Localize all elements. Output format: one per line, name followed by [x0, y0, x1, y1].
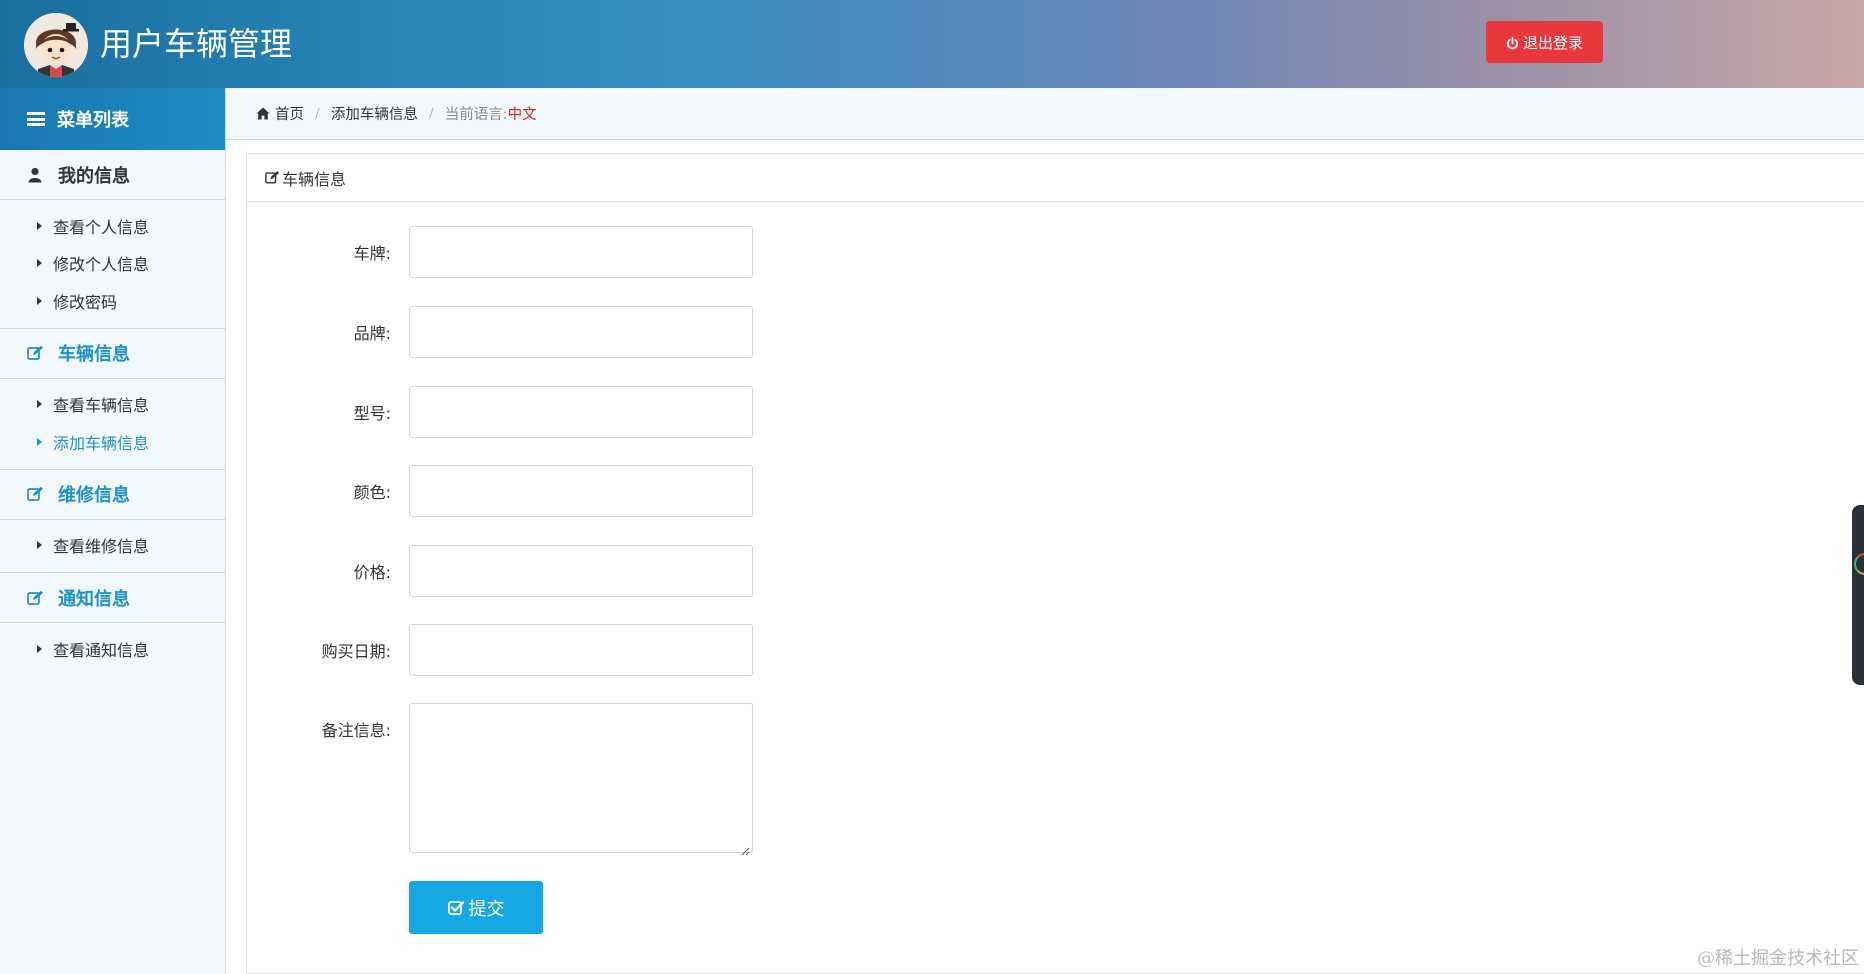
sidebar-item-view-profile[interactable]: 查看个人信息 [0, 207, 225, 245]
top-header: 用户车辆管理 退出登录 [0, 0, 1864, 88]
form-row-purchase-date: 购买日期: [247, 624, 1147, 676]
plate-label: 车牌: [353, 244, 391, 263]
vehicle-form-panel: 车辆信息 车牌: 品牌: 型号: 颜色: 价格: 购买日期: 备注信息: 提交 [246, 153, 1864, 974]
purchase-date-label: 购买日期: [321, 642, 391, 661]
price-input[interactable] [409, 545, 753, 597]
model-input[interactable] [409, 386, 753, 438]
sidebar-item-label: 查看维修信息 [53, 537, 150, 557]
sidebar-item-change-password[interactable]: 修改密码 [0, 282, 225, 320]
price-label: 价格: [353, 563, 391, 582]
caret-right-icon [37, 221, 42, 230]
sidebar-group-label: 通知信息 [58, 588, 130, 610]
edit-icon [27, 345, 45, 361]
language-label: 当前语言: [444, 107, 508, 123]
sidebar-group-my-info[interactable]: 我的信息 [0, 150, 225, 200]
plate-input[interactable] [409, 226, 753, 278]
sidebar-item-label: 添加车辆信息 [53, 433, 150, 453]
sidebar-item-label: 修改密码 [53, 292, 118, 312]
breadcrumb: 首页 / 添加车辆信息 / 当前语言: 中文 [226, 88, 1864, 140]
sidebar-item-view-notice[interactable]: 查看通知信息 [0, 630, 225, 668]
brand-label: 品牌: [353, 324, 391, 343]
user-icon [27, 167, 45, 183]
caret-right-icon [37, 541, 42, 550]
form-row-color: 颜色: [247, 465, 1147, 517]
breadcrumb-separator: / [428, 105, 434, 122]
form-row-plate: 车牌: [247, 226, 1147, 278]
sidebar-group-items: 查看车辆信息 添加车辆信息 [0, 379, 225, 470]
submit-button[interactable]: 提交 [409, 881, 543, 934]
check-square-icon [447, 900, 464, 916]
model-label: 型号: [353, 404, 391, 423]
sidebar-group-items: 查看个人信息 修改个人信息 修改密码 [0, 200, 225, 329]
breadcrumb-current[interactable]: 添加车辆信息 [331, 103, 418, 124]
breadcrumb-home[interactable]: 首页 [275, 103, 304, 124]
sidebar-item-view-vehicle[interactable]: 查看车辆信息 [0, 386, 225, 424]
edit-icon [27, 590, 45, 606]
sidebar-item-label: 查看通知信息 [53, 640, 150, 660]
purchase-date-input[interactable] [409, 624, 753, 676]
menu-title: 菜单列表 [57, 110, 129, 131]
panel-header: 车辆信息 [247, 154, 1864, 202]
form-row-remarks: 备注信息: [247, 703, 1147, 856]
submit-label: 提交 [468, 898, 505, 920]
edit-icon [265, 170, 280, 185]
form-row-price: 价格: [247, 545, 1147, 597]
power-icon [1506, 36, 1519, 49]
caret-right-icon [37, 259, 42, 268]
breadcrumb-separator: / [315, 105, 320, 122]
form-row-brand: 品牌: [247, 306, 1147, 358]
app-title: 用户车辆管理 [100, 25, 293, 63]
sidebar-group-vehicle-info[interactable]: 车辆信息 [0, 329, 225, 379]
language-value[interactable]: 中文 [508, 103, 537, 124]
edit-icon [27, 486, 45, 502]
remarks-label: 备注信息: [321, 721, 391, 740]
remarks-textarea[interactable] [409, 703, 753, 853]
color-input[interactable] [409, 465, 753, 517]
sidebar-group-label: 我的信息 [58, 165, 130, 187]
sidebar-group-repair-info[interactable]: 维修信息 [0, 470, 225, 520]
resize-grip-icon[interactable] [741, 841, 750, 856]
sidebar-item-add-vehicle[interactable]: 添加车辆信息 [0, 423, 225, 461]
caret-right-icon [37, 400, 42, 409]
watermark: @稀土掘金技术社区 [1697, 948, 1859, 969]
sidebar-item-view-repair[interactable]: 查看维修信息 [0, 527, 225, 565]
browser-extension-icon [1854, 553, 1864, 575]
caret-right-icon [37, 296, 42, 305]
sidebar-item-label: 查看车辆信息 [53, 396, 150, 416]
sidebar-item-label: 修改个人信息 [53, 255, 150, 275]
panel-title: 车辆信息 [282, 169, 347, 189]
sidebar-group-items: 查看通知信息 [0, 623, 225, 676]
sidebar-group-label: 车辆信息 [58, 344, 130, 365]
brand-input[interactable] [409, 306, 753, 358]
sidebar-group-items: 查看维修信息 [0, 520, 225, 573]
logout-label: 退出登录 [1522, 33, 1583, 52]
menu-header: 菜单列表 [0, 88, 225, 150]
floating-side-widget[interactable] [1852, 505, 1864, 685]
caret-right-icon [37, 644, 42, 653]
caret-right-icon [37, 437, 42, 446]
color-label: 颜色: [353, 483, 391, 502]
sidebar: 菜单列表 我的信息 查看个人信息 修改个人信息 修改密码 车辆信息 查看车辆信息… [0, 88, 226, 974]
bars-icon [27, 112, 45, 126]
form-row-model: 型号: [247, 386, 1147, 438]
home-icon [256, 107, 270, 120]
sidebar-item-edit-profile[interactable]: 修改个人信息 [0, 245, 225, 283]
sidebar-item-label: 查看个人信息 [53, 217, 150, 237]
sidebar-group-label: 维修信息 [58, 485, 130, 506]
sidebar-group-notice-info[interactable]: 通知信息 [0, 573, 225, 623]
avatar [24, 13, 88, 77]
logout-button[interactable]: 退出登录 [1486, 21, 1603, 63]
